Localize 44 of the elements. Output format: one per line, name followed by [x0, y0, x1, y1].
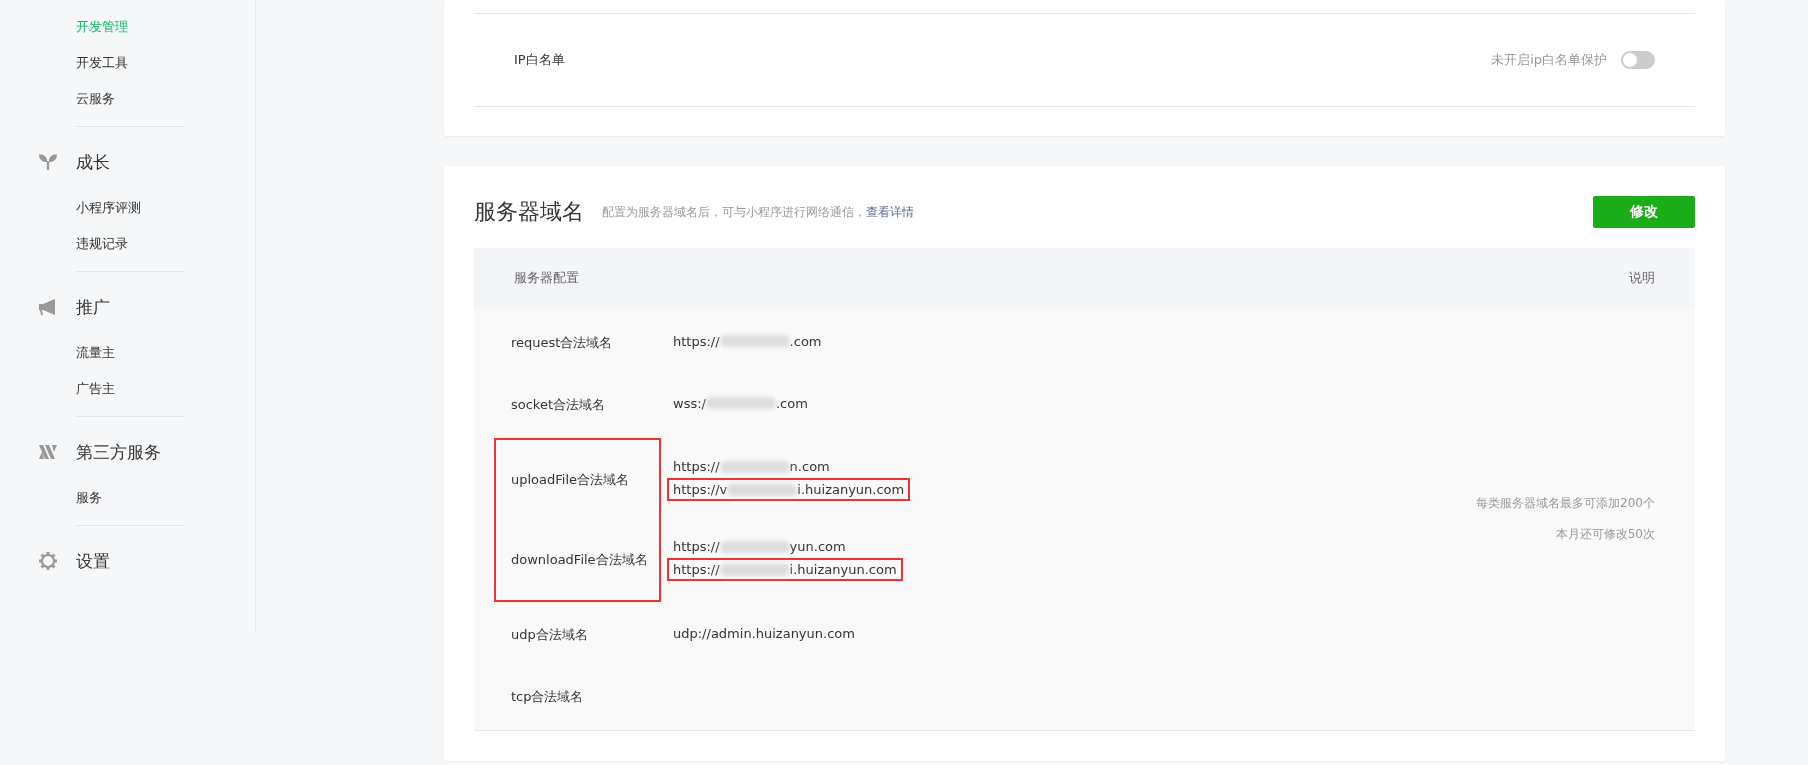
row-label: downloadFile合法域名 — [511, 551, 648, 569]
sidebar-item[interactable]: 服务 — [0, 487, 255, 523]
sidebar-item[interactable]: 广告主 — [0, 378, 255, 414]
sprout-icon — [39, 154, 57, 170]
sidebar-item[interactable]: 违规记录 — [0, 233, 255, 269]
row-label: socket合法域名 — [511, 396, 606, 414]
settings-icon — [38, 551, 58, 571]
sidebar-item[interactable]: 小程序评测 — [0, 197, 255, 233]
domain-url: https:// .com — [672, 332, 823, 351]
sidebar-item[interactable]: 开发工具 — [0, 52, 255, 88]
toggle-switch[interactable] — [1621, 51, 1655, 69]
toggle-status: 未开启ip白名单保护 — [1491, 51, 1607, 69]
sidebar-heading[interactable]: 第三方服务 — [76, 440, 161, 464]
blurred-patch — [727, 483, 798, 496]
sidebar-item[interactable]: 云服务 — [0, 88, 255, 124]
row-label: tcp合法域名 — [511, 688, 584, 706]
crossed-strokes-icon — [38, 442, 58, 462]
domain-url: udp://admin.huizanyun.com — [672, 624, 856, 643]
section-description: 配置为服务器域名后，可与小程序进行网络通信， — [602, 203, 866, 221]
note-text: 每类服务器域名最多可添加200个 — [1476, 495, 1655, 512]
column-header: 说明 — [1629, 269, 1655, 287]
blurred-patch — [705, 397, 776, 409]
row-label: request合法域名 — [511, 334, 613, 352]
blurred-patch — [719, 540, 790, 553]
details-link[interactable]: 查看详情 — [866, 203, 914, 221]
domain-url: https:// yun.com — [672, 538, 847, 556]
sidebar-heading[interactable]: 成长 — [76, 150, 110, 174]
blurred-patch — [719, 335, 790, 347]
setting-label: IP白名单 — [514, 51, 565, 69]
sidebar-item[interactable]: 流量主 — [0, 342, 255, 378]
domain-url: https:// i.huizanyun.com — [667, 558, 903, 581]
column-header: 服务器配置 — [514, 269, 579, 287]
sidebar-heading[interactable]: 设置 — [76, 549, 110, 573]
sidebar-heading[interactable]: 推广 — [76, 295, 110, 319]
row-label: udp合法域名 — [511, 626, 588, 644]
domain-url: https:// n.com — [672, 458, 831, 476]
note-text: 本月还可修改50次 — [1555, 526, 1655, 543]
domain-url: wss:/ .com — [672, 394, 809, 413]
blurred-patch — [719, 563, 790, 576]
domain-url: https://v i.huizanyun.com — [667, 478, 911, 501]
row-label: uploadFile合法域名 — [511, 471, 630, 489]
blurred-patch — [719, 460, 790, 473]
section-title: 服务器域名 — [474, 198, 584, 226]
megaphone-icon — [38, 297, 58, 317]
